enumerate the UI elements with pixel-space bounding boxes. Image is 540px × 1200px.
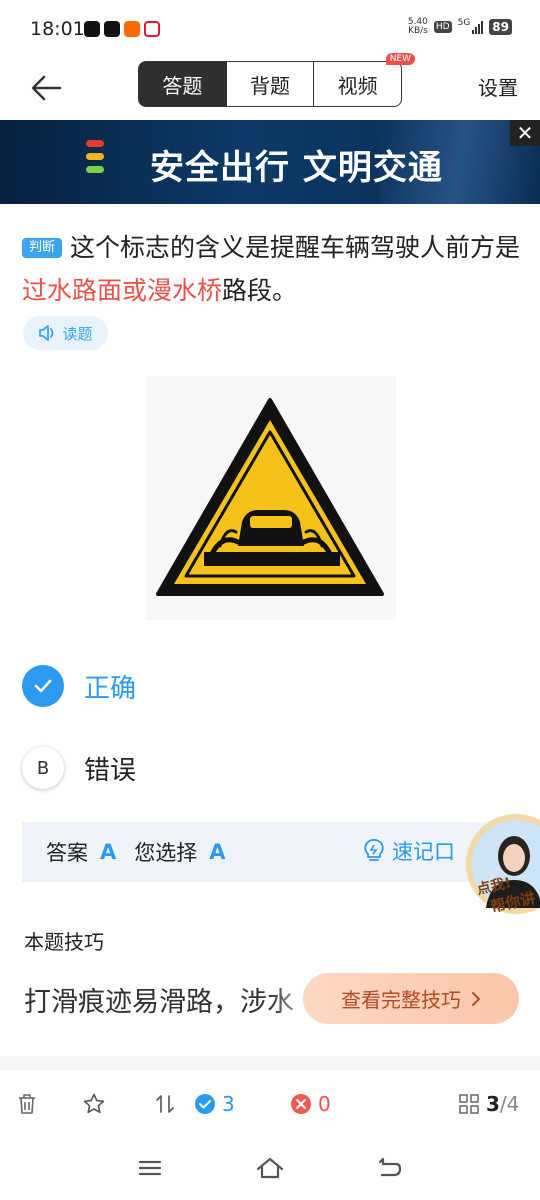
status-right: 5.40 KB/s HD 5G 89 — [408, 18, 512, 36]
tab-video-label: 视频 — [337, 73, 378, 98]
bottom-toolbar: 3 0 3/4 — [0, 1070, 540, 1138]
option-a[interactable]: 正确 — [22, 664, 322, 708]
battery-icon: 89 — [489, 19, 512, 35]
question-grid-button[interactable]: 3/4 — [458, 1092, 519, 1116]
system-nav-bar — [0, 1140, 540, 1200]
network-type: 5G — [457, 18, 471, 28]
tab-memorize-label: 背题 — [250, 73, 290, 98]
memo-button[interactable]: 速记口 — [362, 836, 455, 866]
trash-icon — [19, 1094, 35, 1114]
top-nav: 答题 背题 视频 NEW 设置 — [0, 53, 540, 116]
status-time: 18:01 — [30, 18, 85, 40]
correct-count-value: 3 — [222, 1092, 235, 1116]
answer-value: A — [100, 840, 117, 864]
banner-ad[interactable]: 安全出行 文明交通 ✕ — [0, 120, 540, 204]
settings-button[interactable]: 设置 — [478, 72, 518, 101]
new-badge: NEW — [385, 53, 416, 65]
tiktok-icon — [84, 21, 100, 37]
tips-text: 打滑痕迹易滑路，涉水 — [24, 987, 294, 1018]
question-text-part1: 这个标志的含义是提醒车辆驾驶人前方是 — [70, 233, 521, 262]
home-icon[interactable] — [255, 1154, 285, 1182]
read-question-button[interactable]: 读题 — [23, 316, 108, 350]
traffic-light-icon — [86, 140, 104, 173]
chosen-label: 您选择 — [134, 841, 198, 865]
swap-vertical-icon — [156, 1095, 174, 1113]
tab-answer[interactable]: 答题 — [139, 62, 227, 106]
section-divider — [0, 1056, 540, 1070]
back-arrow-icon — [31, 75, 62, 101]
grid-icon — [459, 1094, 479, 1114]
back-button[interactable] — [26, 68, 66, 108]
option-b-letter: B — [22, 747, 64, 789]
question-highlight: 过水路面或漫水桥 — [22, 276, 223, 305]
wrong-circle-icon — [291, 1094, 311, 1114]
notification-icons — [84, 21, 160, 37]
question-text: 判断 这个标志的含义是提醒车辆驾驶人前方是过水路面或漫水桥路段。 — [22, 226, 522, 312]
read-question-label: 读题 — [62, 324, 93, 343]
signal-icon — [472, 20, 484, 34]
favorite-button[interactable] — [82, 1092, 106, 1116]
hd-icon: HD — [433, 21, 452, 33]
network-speed: 5.40 KB/s — [408, 18, 428, 36]
option-b-label: 错误 — [84, 755, 137, 786]
wrong-count-value: 0 — [318, 1092, 331, 1116]
total-pages: /4 — [499, 1092, 520, 1116]
view-full-tips-label: 查看完整技巧 — [341, 988, 461, 1012]
star-icon — [83, 1093, 105, 1114]
back-nav-icon[interactable] — [376, 1154, 404, 1182]
taobao-icon — [124, 21, 140, 37]
mode-tabs: 答题 背题 视频 NEW — [138, 53, 416, 107]
delete-button[interactable] — [16, 1092, 38, 1116]
view-full-tips-button[interactable]: 查看完整技巧 — [303, 973, 519, 1024]
speed-unit: KB/s — [408, 26, 428, 36]
answer-bar: 答案 A 您选择 A 速记口 — [22, 822, 522, 882]
sort-button[interactable] — [154, 1092, 176, 1116]
question-text-part2: 路段。 — [222, 276, 298, 305]
tab-memorize[interactable]: 背题 — [227, 62, 315, 106]
correct-circle-icon — [195, 1094, 215, 1114]
option-a-label: 正确 — [84, 673, 137, 704]
banner-text: 安全出行 文明交通 — [150, 148, 443, 188]
app-screen: 18:01 5.40 KB/s HD 5G 89 答题 背题 视频 NEW 设置… — [0, 0, 540, 1200]
weibo-icon — [144, 21, 160, 37]
close-icon[interactable]: ✕ — [510, 120, 540, 146]
tab-video[interactable]: 视频 NEW — [314, 53, 416, 106]
speaker-icon — [39, 325, 54, 341]
checkmark-icon — [22, 665, 64, 707]
helper-avatar[interactable]: 点我! 帮你讲 — [466, 812, 540, 920]
tab-answer-label: 答题 — [162, 73, 203, 98]
answer-label: 答案 — [46, 841, 88, 865]
page-indicator: 3/4 — [486, 1092, 519, 1116]
correct-count[interactable]: 3 — [194, 1092, 235, 1116]
question-type-badge: 判断 — [22, 238, 63, 258]
status-bar: 18:01 5.40 KB/s HD 5G 89 — [0, 0, 540, 60]
menu-icon[interactable] — [136, 1154, 164, 1182]
chosen-value: A — [209, 840, 226, 864]
chevron-right-icon — [472, 991, 481, 1006]
current-page: 3 — [486, 1092, 500, 1116]
tips-title: 本题技巧 — [24, 930, 104, 954]
capcut-icon — [104, 21, 120, 37]
wrong-count[interactable]: 0 — [290, 1092, 331, 1116]
memo-label: 速记口 — [392, 840, 455, 864]
water-crossing-sign-icon — [146, 376, 396, 620]
option-b[interactable]: B 错误 — [22, 746, 322, 790]
lightbulb-icon — [364, 839, 384, 861]
